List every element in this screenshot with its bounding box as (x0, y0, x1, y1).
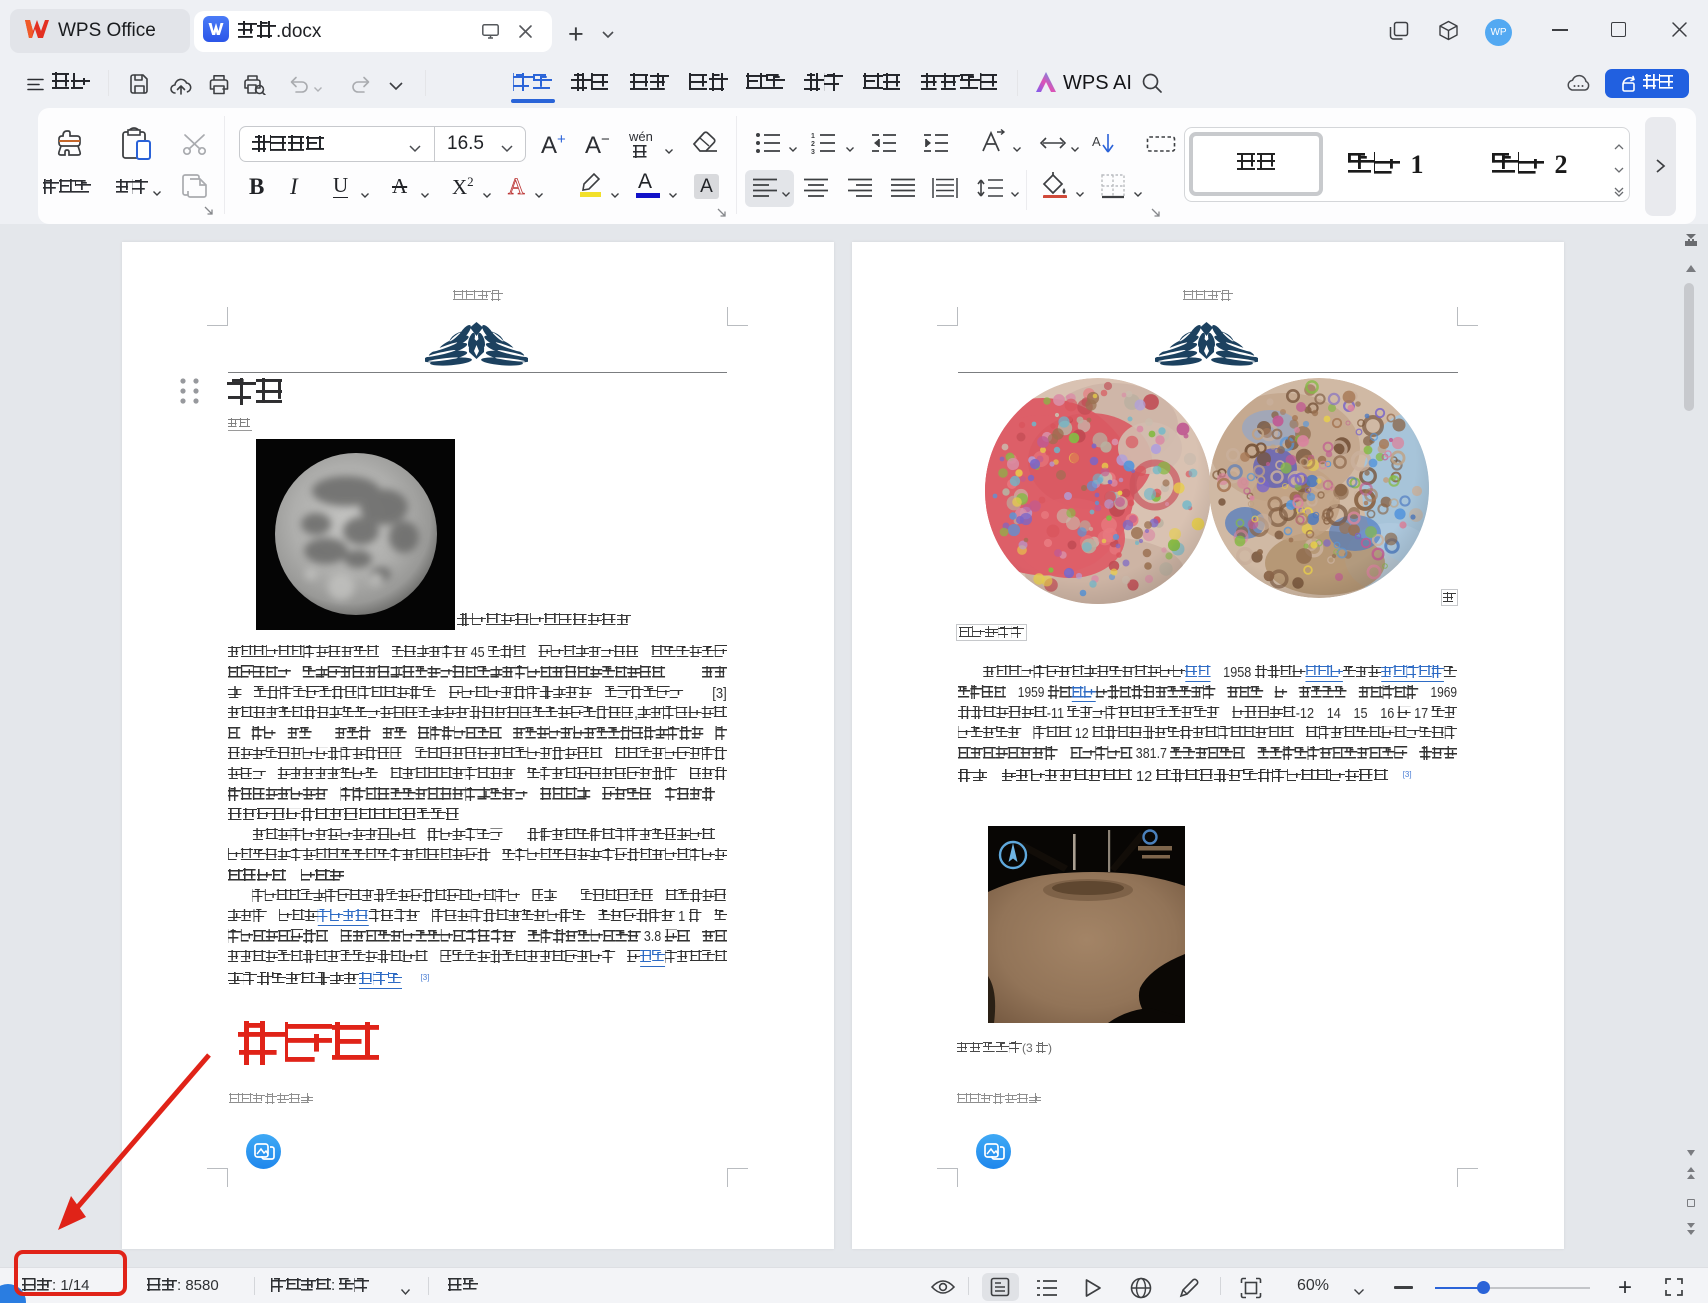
svg-text:2: 2 (811, 141, 815, 148)
svg-text:1: 1 (811, 133, 815, 140)
svg-text:A: A (1092, 134, 1101, 149)
svg-text:3: 3 (811, 149, 815, 155)
